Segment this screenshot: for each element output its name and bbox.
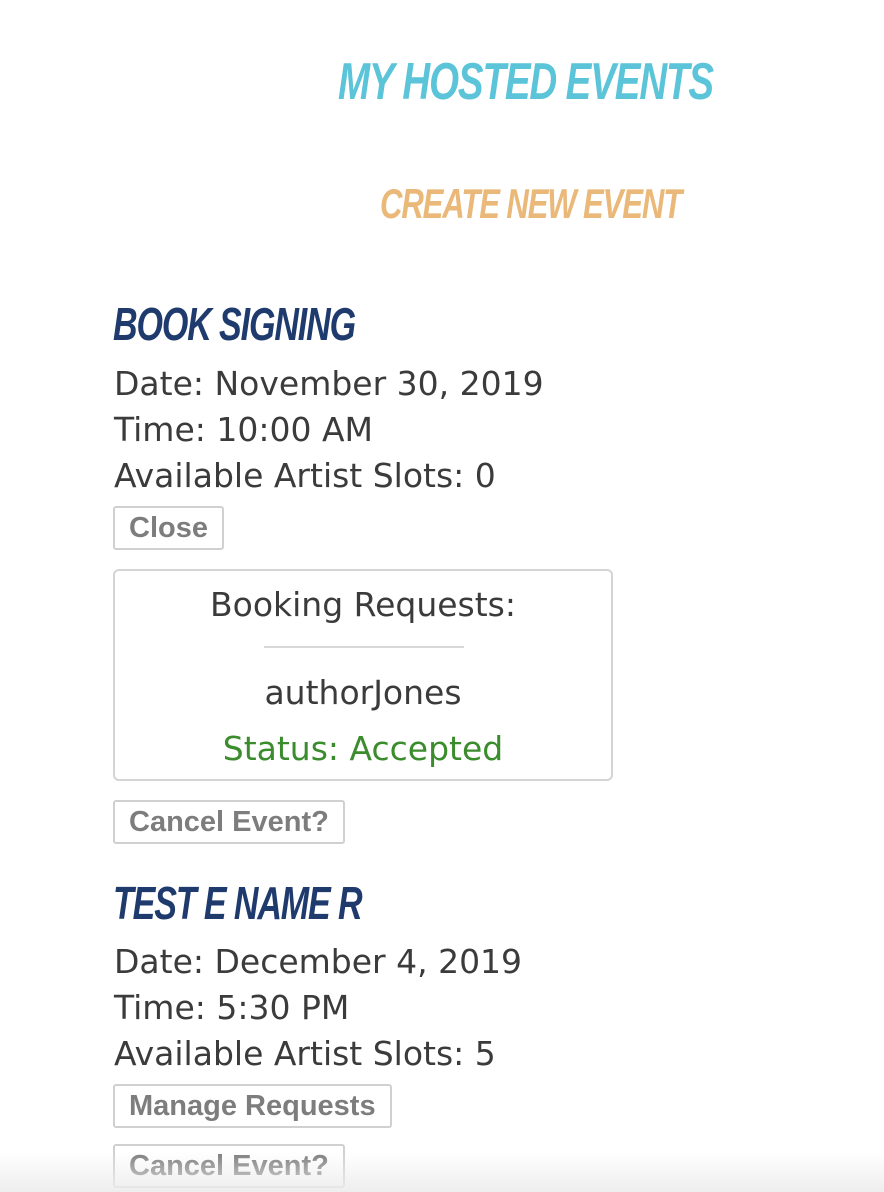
event-date: Date: November 30, 2019 <box>114 364 544 403</box>
close-requests-button[interactable]: Close <box>113 506 224 550</box>
cancel-event-button[interactable]: Cancel Event? <box>113 1144 345 1188</box>
event-title: Book Signing <box>113 298 356 350</box>
create-new-event-link[interactable]: Create New Event <box>380 180 682 228</box>
manage-requests-button[interactable]: Manage Requests <box>113 1084 392 1128</box>
booking-requests-panel: Booking Requests: authorJones Status: Ac… <box>113 569 613 781</box>
event-time: Time: 5:30 PM <box>114 988 350 1027</box>
event-title: Test E Name R <box>113 877 363 929</box>
request-username: authorJones <box>264 673 462 712</box>
event-slots: Available Artist Slots: 5 <box>114 1034 496 1073</box>
booking-requests-heading: Booking Requests: <box>209 585 516 624</box>
event-slots: Available Artist Slots: 0 <box>114 456 496 495</box>
event-time: Time: 10:00 AM <box>114 410 374 449</box>
cancel-event-button[interactable]: Cancel Event? <box>113 800 345 844</box>
divider <box>264 646 464 648</box>
page-title: My Hosted Events <box>338 53 714 111</box>
request-status: Status: Accepted <box>222 729 504 768</box>
event-date: Date: December 4, 2019 <box>114 942 523 981</box>
